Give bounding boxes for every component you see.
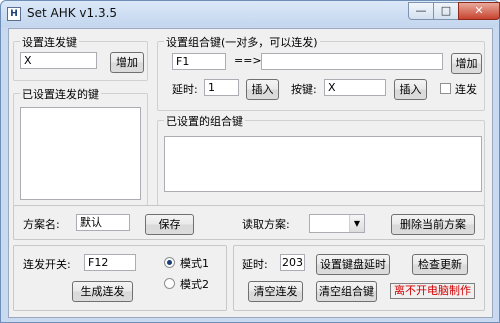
mode2-radio[interactable] (164, 278, 175, 289)
misc-delay-label: 延时: (242, 258, 268, 271)
burst-key-group: 设置连发键 X 增加 (13, 34, 148, 81)
add-combo-button[interactable]: 增加 (451, 53, 482, 74)
burst-switch-label: 连发开关: (23, 258, 71, 271)
chevron-down-icon[interactable]: ▼ (349, 215, 364, 232)
insert-key-button[interactable]: 插入 (394, 79, 427, 100)
combo-key-input[interactable]: X (324, 79, 386, 96)
burst-keys-list[interactable] (20, 107, 141, 200)
window-title: Set AHK v1.3.5 (27, 6, 118, 20)
burst-checkbox-label: 连发 (455, 83, 477, 96)
app-icon: H (7, 7, 21, 21)
misc-panel: 延时: 2031 设置键盘延时 检查更新 清空连发 清空组合键 离不开电脑制作 (233, 245, 485, 311)
insert-delay-button[interactable]: 插入 (246, 79, 279, 100)
mode2-label: 模式2 (180, 278, 209, 291)
generate-burst-button[interactable]: 生成连发 (72, 281, 133, 302)
read-scheme-label: 读取方案: (242, 218, 290, 231)
combo-key-group-title: 设置组合键(一对多，可以连发) (164, 34, 320, 50)
mode1-label: 模式1 (180, 257, 209, 270)
misc-delay-input[interactable]: 2031 (280, 254, 305, 271)
author-credit-link[interactable]: 离不开电脑制作 (390, 283, 475, 299)
set-combo-keys-group: 已设置的组合键 (157, 113, 485, 206)
add-burst-key-button[interactable]: 增加 (110, 52, 144, 73)
scheme-name-input[interactable]: 默认 (76, 214, 130, 231)
combo-delay-label: 延时: (172, 83, 198, 96)
title-bar[interactable]: H Set AHK v1.3.5 — □ ✕ (1, 1, 500, 27)
minimize-button[interactable]: — (408, 2, 434, 20)
combo-arrow: ==> (234, 54, 262, 67)
set-keyboard-delay-button[interactable]: 设置键盘延时 (316, 254, 390, 275)
maximize-button[interactable]: □ (433, 2, 459, 20)
app-window: H Set AHK v1.3.5 — □ ✕ 设置连发键 X 增加 已设置连发的… (0, 0, 500, 323)
burst-key-input[interactable]: X (20, 52, 97, 69)
burst-key-group-title: 设置连发键 (20, 34, 79, 50)
combo-delay-input[interactable]: 1 (204, 79, 239, 96)
mode1-radio[interactable] (164, 257, 175, 268)
combo-source-input[interactable]: F1 (172, 53, 226, 70)
set-burst-keys-title: 已设置连发的键 (20, 86, 101, 102)
check-update-button[interactable]: 检查更新 (412, 254, 468, 275)
set-burst-keys-group: 已设置连发的键 (13, 86, 148, 206)
combo-keys-list[interactable] (164, 136, 482, 192)
combo-target-input[interactable] (261, 53, 443, 70)
client-area: 设置连发键 X 增加 已设置连发的键 设置组合键(一对多，可以连发) F1 ==… (8, 28, 493, 318)
delete-scheme-button[interactable]: 删除当前方案 (391, 214, 475, 235)
combo-key-group: 设置组合键(一对多，可以连发) F1 ==> 增加 延时: 1 插入 按键: X… (157, 34, 485, 111)
combo-key-label: 按键: (291, 83, 317, 96)
clear-burst-button[interactable]: 清空连发 (248, 281, 303, 302)
burst-checkbox[interactable] (440, 83, 451, 94)
read-scheme-select[interactable]: ▼ (309, 214, 365, 233)
clear-combo-button[interactable]: 清空组合键 (316, 281, 377, 302)
scheme-name-label: 方案名: (23, 218, 60, 231)
burst-switch-input[interactable]: F12 (84, 254, 136, 271)
burst-switch-panel: 连发开关: F12 生成连发 模式1 模式2 (13, 245, 227, 311)
save-scheme-button[interactable]: 保存 (145, 214, 194, 235)
scheme-panel: 方案名: 默认 保存 读取方案: ▼ 删除当前方案 (13, 205, 485, 240)
close-button[interactable]: ✕ (458, 2, 500, 20)
set-combo-keys-title: 已设置的组合键 (164, 113, 245, 129)
